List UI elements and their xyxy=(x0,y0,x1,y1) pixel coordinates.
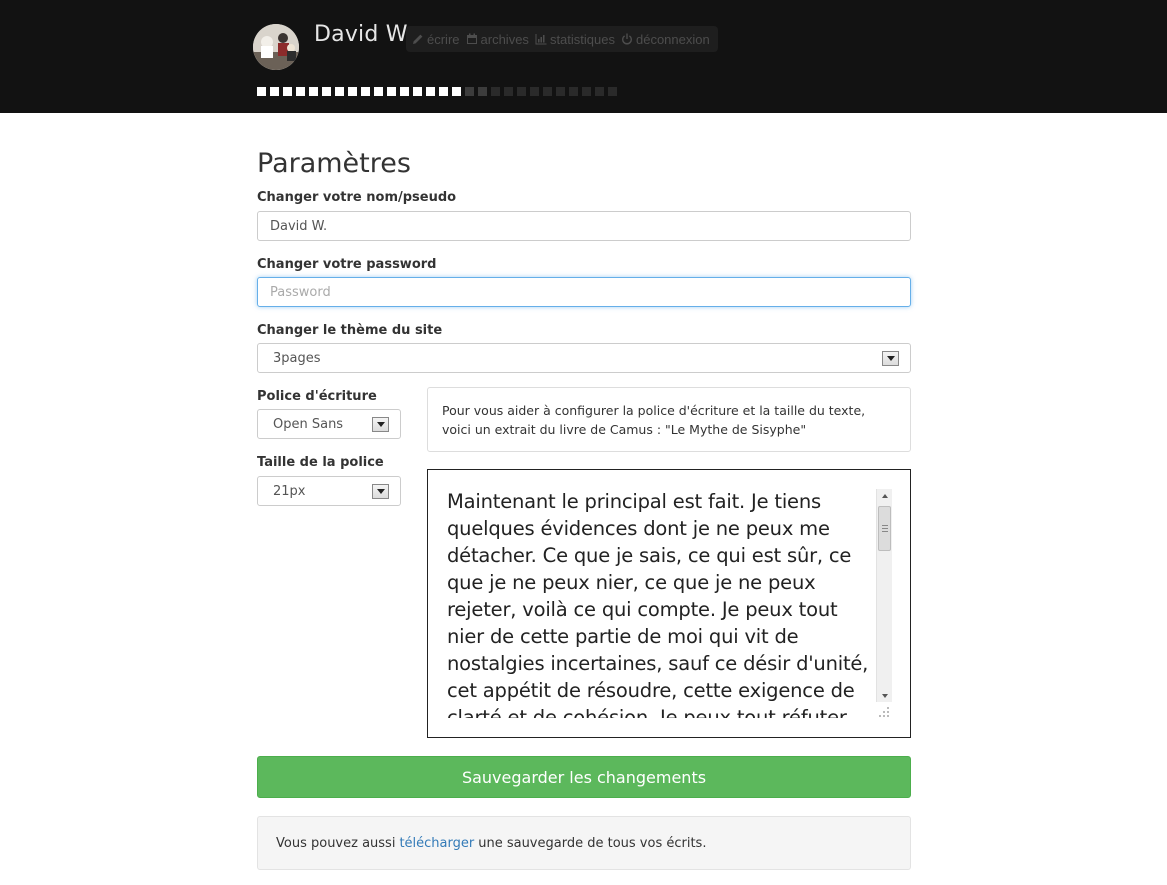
progress-square xyxy=(530,87,539,96)
nav-ecrire[interactable]: écrire xyxy=(412,32,460,47)
progress-square xyxy=(452,87,461,96)
progress-square xyxy=(309,87,318,96)
chevron-down-icon xyxy=(372,417,389,432)
pencil-icon xyxy=(413,34,423,44)
calendar-icon xyxy=(466,33,477,44)
size-select-value: 21px xyxy=(273,483,306,499)
chevron-down-icon xyxy=(372,484,389,499)
nav-archives[interactable]: archives xyxy=(466,32,529,47)
note-text-before: Vous pouvez aussi xyxy=(276,835,396,851)
progress-square xyxy=(543,87,552,96)
power-icon xyxy=(621,33,632,45)
name-label: Changer votre nom/pseudo xyxy=(257,190,457,205)
avatar[interactable] xyxy=(253,24,299,70)
progress-square xyxy=(361,87,370,96)
scroll-down-icon[interactable] xyxy=(877,689,892,702)
size-select[interactable]: 21px xyxy=(257,476,401,506)
progress-square xyxy=(608,87,617,96)
progress-square xyxy=(491,87,500,96)
progress-square xyxy=(439,87,448,96)
preview-scrollbar[interactable] xyxy=(876,489,892,702)
progress-square xyxy=(504,87,513,96)
font-select-value: Open Sans xyxy=(273,416,344,432)
download-link[interactable]: télécharger xyxy=(399,836,474,851)
password-field[interactable]: Password xyxy=(257,277,911,307)
save-button-label: Sauvegarder les changements xyxy=(461,767,707,787)
username: David W. xyxy=(314,22,413,47)
nav-statistiques[interactable]: statistiques xyxy=(535,32,615,47)
font-preview-textarea[interactable]: Maintenant le principal est fait. Je tie… xyxy=(427,469,911,738)
progress-square xyxy=(569,87,578,96)
font-select[interactable]: Open Sans xyxy=(257,409,401,439)
top-header: David W. écrire archives statistiques dé… xyxy=(0,0,1167,113)
progress-square xyxy=(257,87,266,96)
progress-square xyxy=(413,87,422,96)
theme-select-value: 3pages xyxy=(273,350,321,366)
name-field[interactable]: David W. xyxy=(257,211,911,241)
theme-label: Changer le thème du site xyxy=(257,323,443,338)
progress-square xyxy=(556,87,565,96)
progress-square xyxy=(322,87,331,96)
font-help-box: Pour vous aider à configurer la police d… xyxy=(427,387,911,452)
progress-square xyxy=(595,87,604,96)
progress-square xyxy=(296,87,305,96)
download-note: Vous pouvez aussi télécharger une sauveg… xyxy=(257,816,911,870)
progress-square xyxy=(400,87,409,96)
page-title: Paramètres xyxy=(257,148,411,179)
progress-square xyxy=(387,87,396,96)
save-button[interactable]: Sauvegarder les changements xyxy=(257,756,911,798)
progress-square xyxy=(374,87,383,96)
nav-deconnexion-label: déconnexion xyxy=(635,31,710,47)
scroll-thumb[interactable] xyxy=(878,506,891,551)
size-label: Taille de la police xyxy=(257,455,384,470)
nav-ecrire-label: écrire xyxy=(427,31,460,47)
progress-square xyxy=(582,87,591,96)
theme-select[interactable]: 3pages xyxy=(257,343,911,373)
resize-grip-icon[interactable] xyxy=(878,706,890,718)
password-placeholder: Password xyxy=(270,284,331,300)
progress-square xyxy=(478,87,487,96)
nav-statistiques-label: statistiques xyxy=(549,31,615,47)
nav-deconnexion[interactable]: déconnexion xyxy=(621,32,710,47)
progress-square xyxy=(465,87,474,96)
progress-square xyxy=(335,87,344,96)
writing-progress xyxy=(257,87,617,96)
password-label: Changer votre password xyxy=(257,257,437,272)
name-field-value: David W. xyxy=(270,218,328,234)
progress-square xyxy=(426,87,435,96)
scroll-up-icon[interactable] xyxy=(877,489,892,502)
preview-text: Maintenant le principal est fait. Je tie… xyxy=(447,490,869,718)
progress-square xyxy=(348,87,357,96)
chevron-down-icon xyxy=(882,351,899,366)
progress-square xyxy=(283,87,292,96)
bar-chart-icon xyxy=(535,34,547,45)
progress-square xyxy=(270,87,279,96)
top-nav: écrire archives statistiques déconnexion xyxy=(406,26,718,52)
progress-square xyxy=(517,87,526,96)
note-text-after: une sauvegarde de tous vos écrits. xyxy=(478,835,707,851)
font-help-text: Pour vous aider à configurer la police d… xyxy=(442,403,866,437)
nav-archives-label: archives xyxy=(480,31,529,47)
font-label: Police d'écriture xyxy=(257,389,377,404)
